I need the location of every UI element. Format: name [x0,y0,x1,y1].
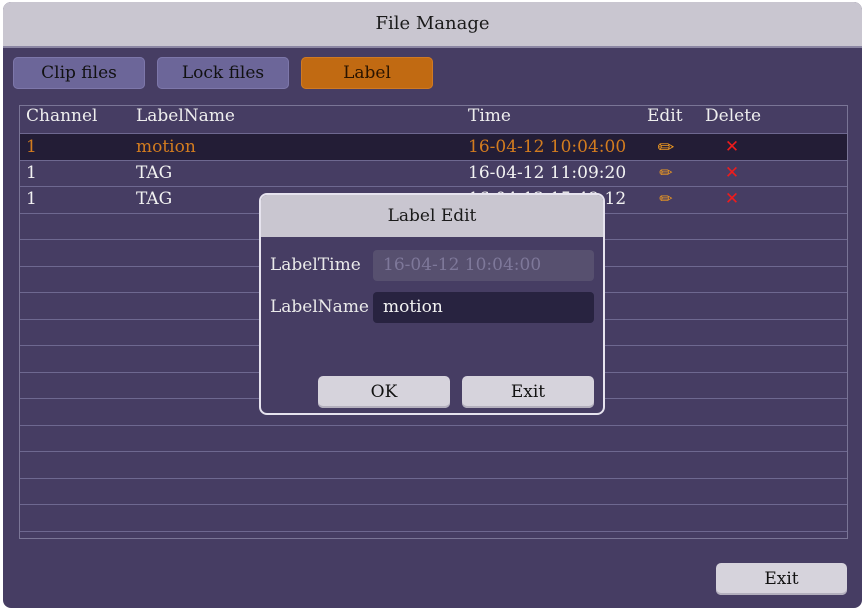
cell-time: 16-04-12 10:04:00 [468,137,627,157]
table-row[interactable]: 1 motion 16-04-12 10:04:00 ✏ ✕ [20,134,847,160]
cell-time: 16-04-12 11:09:20 [468,163,627,183]
close-icon[interactable]: ✕ [718,186,746,212]
column-header-edit: Edit [647,106,683,126]
cell-label-name: TAG [136,163,173,183]
cell-channel: 1 [26,137,37,157]
label-edit-dialog: Label Edit LabelTime 16-04-12 10:04:00 L… [259,193,605,415]
row-divider [20,186,847,187]
pencil-icon[interactable]: ✏ [652,134,680,160]
label-name-label: LabelName [270,297,369,317]
table-row[interactable]: 1 TAG 16-04-12 11:09:20 ✏ ✕ [20,160,847,186]
label-time-field: 16-04-12 10:04:00 [373,250,594,281]
window-title: File Manage [3,2,862,48]
cell-channel: 1 [26,189,37,209]
close-icon[interactable]: ✕ [718,160,746,186]
cell-label-name: motion [136,137,196,157]
row-divider [20,451,847,452]
tab-lock-files[interactable]: Lock files [157,57,289,89]
ok-button[interactable]: OK [318,376,450,408]
pencil-icon[interactable]: ✏ [652,160,680,186]
row-divider [20,477,847,479]
row-divider [20,424,847,426]
tab-clip-files[interactable]: Clip files [13,57,145,89]
tab-label[interactable]: Label [301,57,433,89]
column-header-delete: Delete [705,106,762,126]
row-divider [20,133,847,134]
row-divider [20,159,847,161]
column-header-labelname: LabelName [136,106,235,126]
label-time-label: LabelTime [270,255,361,275]
cell-channel: 1 [26,163,37,183]
row-divider [20,530,847,532]
column-header-time: Time [468,106,511,126]
pencil-icon[interactable]: ✏ [652,186,680,212]
table-header: Channel LabelName Time Edit Delete [20,106,847,132]
exit-button[interactable]: Exit [716,563,847,595]
row-divider [20,504,847,505]
close-icon[interactable]: ✕ [718,134,746,160]
dialog-title: Label Edit [261,195,603,237]
column-header-channel: Channel [26,106,98,126]
cell-label-name: TAG [136,189,173,209]
label-name-field[interactable]: motion [373,292,594,323]
dialog-exit-button[interactable]: Exit [462,376,594,408]
